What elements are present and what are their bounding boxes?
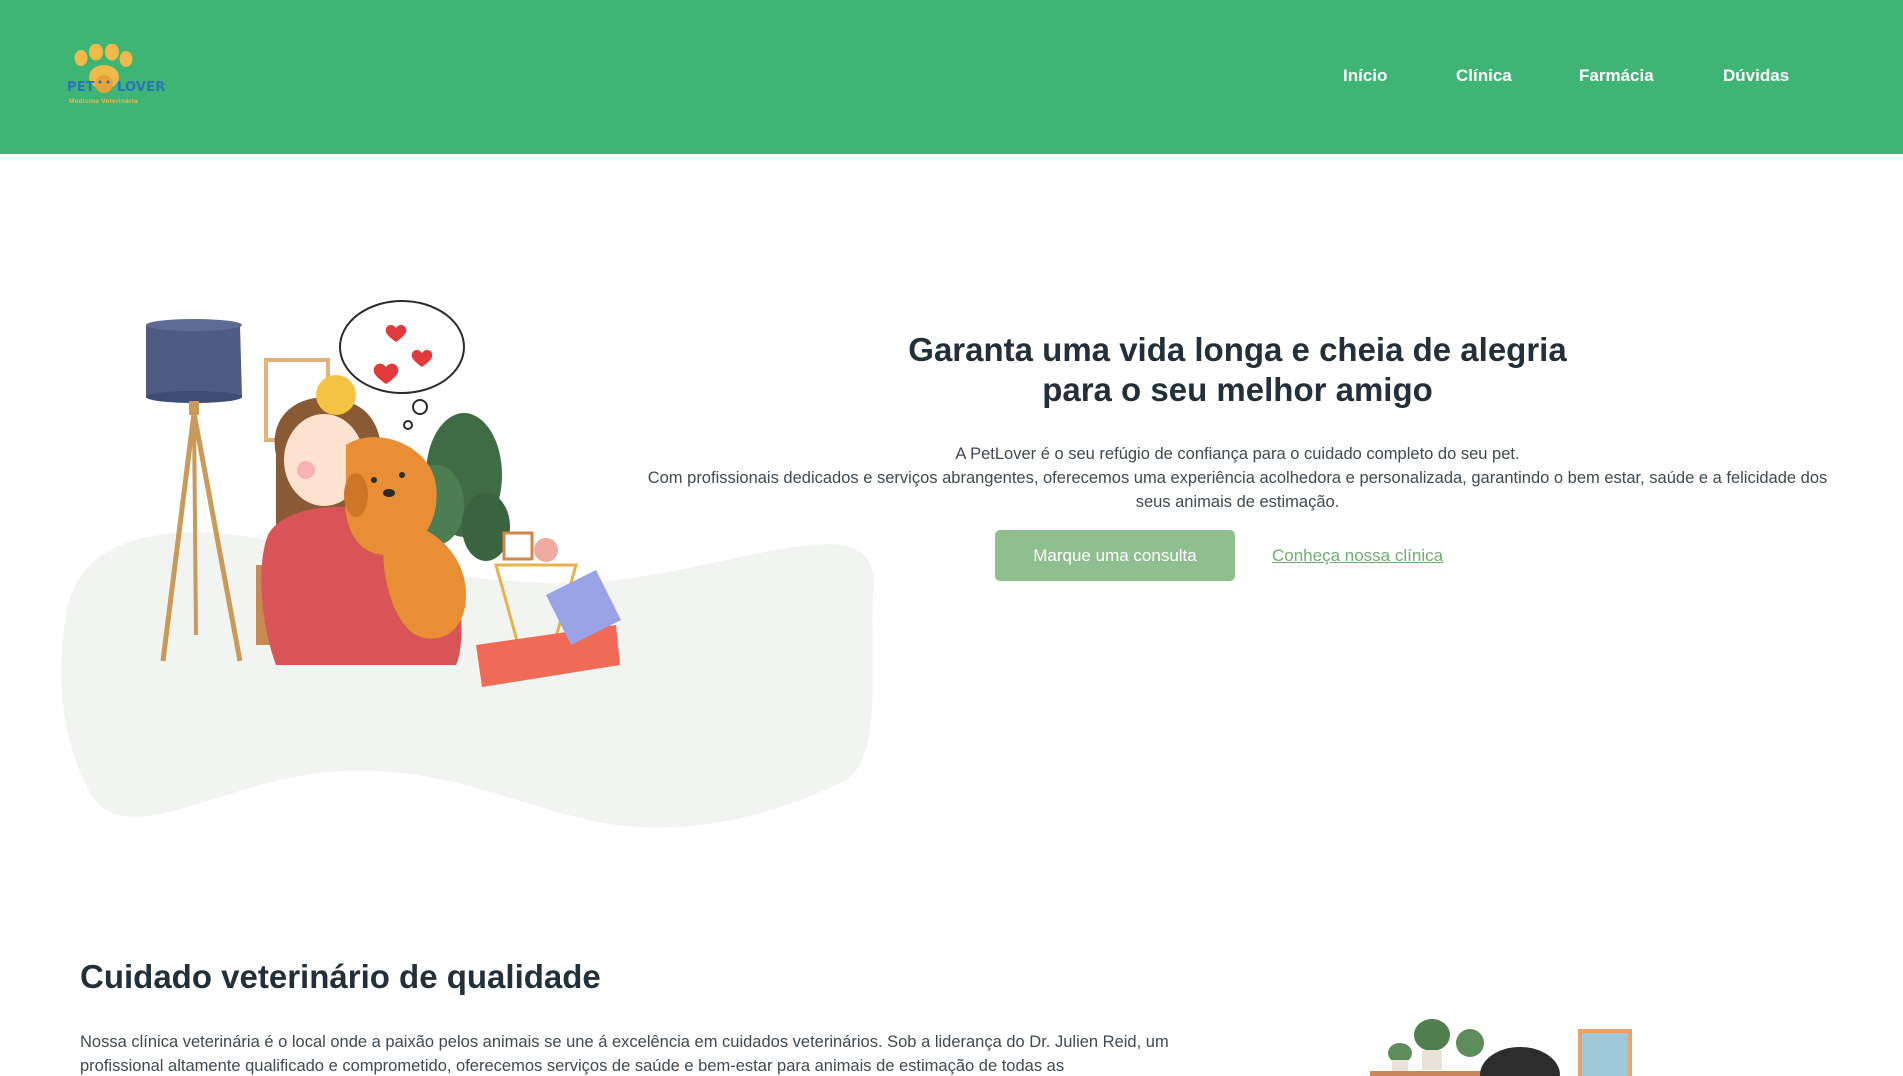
nav-item-duvidas[interactable]: Dúvidas (1723, 66, 1789, 86)
potted-plants-icon (1388, 1019, 1484, 1074)
nav-item-farmacia[interactable]: Farmácia (1579, 66, 1654, 86)
nav-item-inicio[interactable]: Início (1343, 66, 1387, 86)
petlover-logo[interactable]: PET LOVER Medicina Veterinária (64, 44, 174, 114)
hero-title-line2: para o seu melhor amigo (1042, 371, 1433, 408)
background-blob (61, 532, 875, 828)
clinic-illustration (1370, 1005, 1640, 1076)
book-appointment-button[interactable]: Marque uma consulta (995, 530, 1235, 581)
hero-title-line1: Garanta uma vida longa e cheia de alegri… (908, 331, 1567, 368)
quality-section-title: Cuidado veterinário de qualidade (80, 958, 601, 995)
hero-description-line1: A PetLover é o seu refúgio de confiança … (955, 445, 1520, 463)
logo-brand-left: PET (67, 80, 95, 95)
hero-description: A PetLover é o seu refúgio de confiança … (640, 442, 1835, 514)
site-header: PET LOVER Medicina Veterinária Início Cl… (0, 0, 1903, 154)
logo-brand-right: LOVER (117, 80, 166, 95)
hero-title: Garanta uma vida longa e cheia de alegri… (660, 330, 1815, 410)
know-clinic-link[interactable]: Conheça nossa clínica (1272, 546, 1443, 566)
logo-subtitle: Medicina Veterinária (69, 98, 138, 105)
nav-item-clinica[interactable]: Clínica (1456, 66, 1512, 86)
hero-description-line2: Com profissionais dedicados e serviços a… (647, 469, 1828, 511)
quality-section-text: Nossa clínica veterinária é o local onde… (80, 1033, 1169, 1075)
